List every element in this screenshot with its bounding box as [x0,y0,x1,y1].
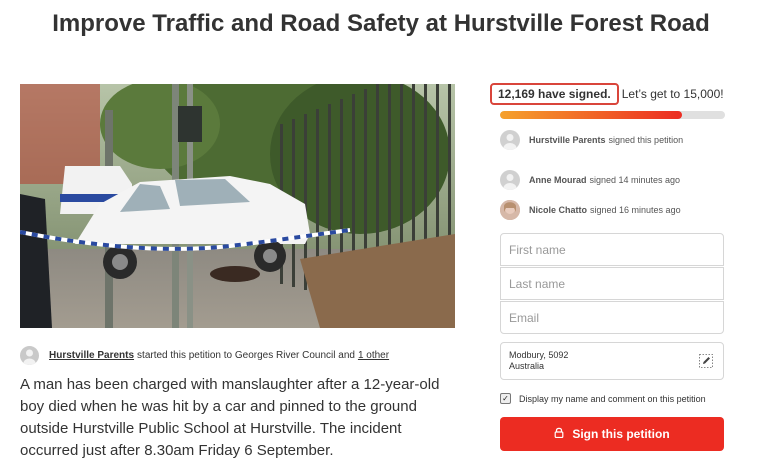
starter-text: started this petition to Georges River C… [137,349,355,361]
lock-icon [554,427,564,441]
signature-goal: Let’s get to 15,000! [621,87,724,101]
location-field[interactable]: Modbury, 5092 Australia [500,342,724,380]
signer-action: signed this petition [608,135,684,145]
signer-avatar-photo [500,200,520,220]
checkmark-icon[interactable]: ✓ [500,393,511,404]
first-name-field[interactable]: First name [500,233,724,266]
petition-title: Improve Traffic and Road Safety at Hurst… [52,10,710,37]
signature-count: 12,169 have signed. [490,83,619,105]
pencil-icon[interactable] [699,354,713,368]
display-name-checkbox-row[interactable]: ✓ Display my name and comment on this pe… [500,393,706,404]
signature-progress-fill [500,111,683,119]
signer-name: Nicole Chatto [529,205,588,215]
signature-count-row: 12,169 have signed. Let’s get to 15,000! [490,82,724,106]
sign-petition-label: Sign this petition [572,427,670,441]
petition-description: A man has been charged with manslaughter… [20,376,440,459]
signer-avatar [500,130,520,150]
petition-starter-line: Hurstville Parents started this petition… [20,345,389,365]
email-field[interactable]: Email [500,301,724,334]
location-line1: Modbury, 5092 [509,350,569,360]
petition-photo [20,84,455,328]
signature-progress-bar [500,111,725,119]
starter-name-link[interactable]: Hurstville Parents [49,350,134,361]
location-line2: Australia [509,361,545,371]
recent-signer: Hurstville Parents signed this petition [500,130,683,150]
last-name-field[interactable]: Last name [500,267,724,300]
signer-name: Anne Mourad [529,175,587,185]
other-targets-link[interactable]: 1 other [358,350,389,361]
recent-signer: Anne Mourad signed 14 minutes ago [500,170,680,190]
recent-signer: Nicole Chatto signed 16 minutes ago [500,200,681,220]
display-name-checkbox-label: Display my name and comment on this peti… [519,393,706,404]
starter-avatar [20,345,39,365]
signer-action: signed 14 minutes ago [589,175,681,185]
sign-petition-button[interactable]: Sign this petition [500,417,724,451]
signer-action: signed 16 minutes ago [590,205,681,215]
signer-avatar [500,170,520,190]
signer-name: Hurstville Parents [529,135,606,145]
